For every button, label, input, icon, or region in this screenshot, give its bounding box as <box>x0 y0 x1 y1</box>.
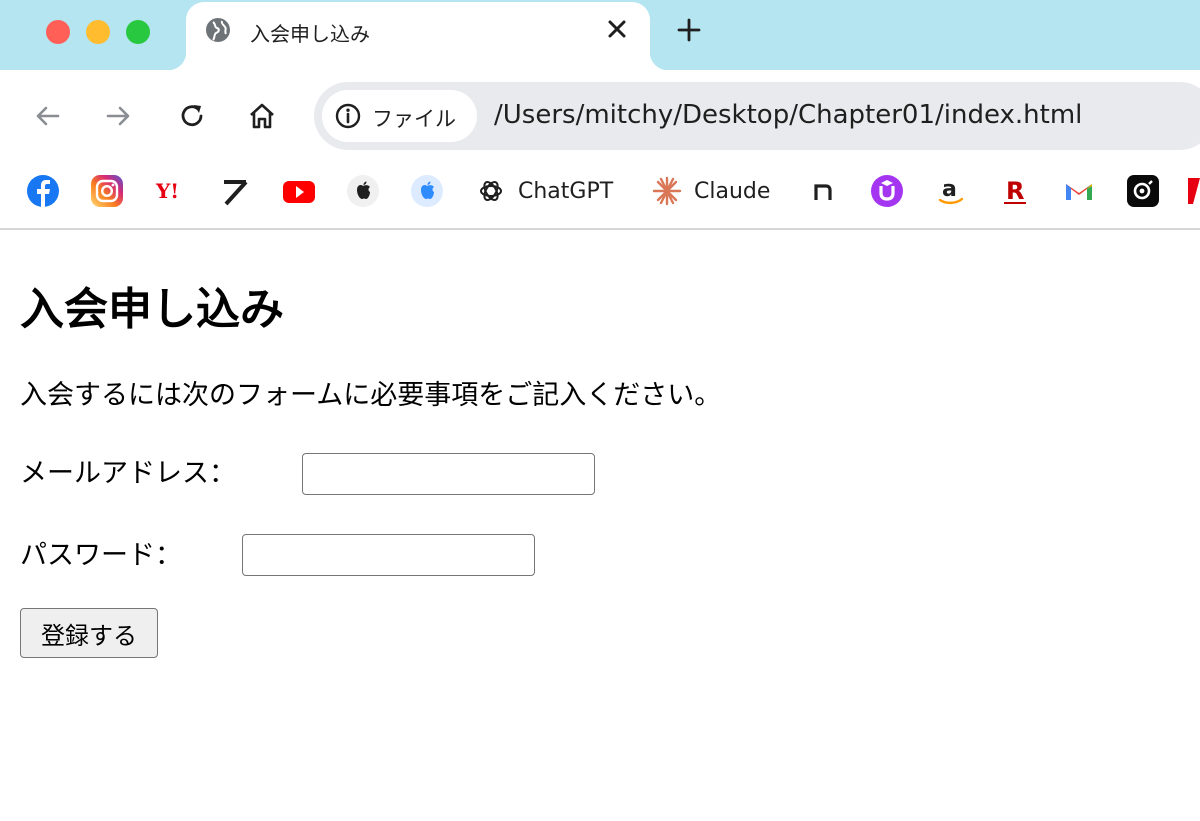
back-arrow-icon[interactable] <box>32 100 64 132</box>
svg-text:a: a <box>942 177 957 202</box>
bookmark-facebook[interactable] <box>26 174 60 208</box>
bookmark-app[interactable] <box>1126 174 1160 208</box>
facebook-icon <box>27 175 59 207</box>
chatgpt-icon <box>480 180 502 202</box>
submit-button[interactable]: 登録する <box>20 608 158 658</box>
bookmark-claude[interactable]: Claude <box>650 174 770 208</box>
bookmark-apple[interactable] <box>346 174 380 208</box>
bookmark-youtube[interactable] <box>282 174 316 208</box>
tab-title: 入会申し込み <box>250 22 370 46</box>
rakuten-icon: R <box>1004 177 1026 205</box>
reload-icon[interactable] <box>176 100 208 132</box>
bookmark-label: ChatGPT <box>518 178 614 204</box>
bookmark-partial[interactable] <box>1188 174 1200 208</box>
browser-toolbar: ファイル /Users/mitchy/Desktop/Chapter01/ind… <box>0 70 1200 162</box>
instagram-icon <box>91 175 123 207</box>
home-icon[interactable] <box>246 100 278 132</box>
bookmark-label: Claude <box>694 178 771 204</box>
password-label: パスワード： <box>20 540 182 571</box>
bookmarks-bar: Y! ChatGPT Claude a R <box>0 162 1200 230</box>
page-content: 入会申し込み 入会するには次のフォームに必要事項をご記入ください。 メールアドレ… <box>0 231 1200 821</box>
bookmark-arrow[interactable] <box>218 174 252 208</box>
info-icon <box>335 103 361 129</box>
email-label: メールアドレス： <box>20 458 236 489</box>
password-field[interactable] <box>242 534 535 576</box>
bookmark-udemy[interactable] <box>870 174 904 208</box>
youtube-icon <box>283 181 315 203</box>
arrow-logo-icon <box>224 180 248 206</box>
title-bar: 入会申し込み <box>0 0 1200 70</box>
bookmark-rakuten[interactable]: R <box>998 174 1032 208</box>
close-tab-icon[interactable] <box>604 16 630 42</box>
address-bar[interactable]: ファイル /Users/mitchy/Desktop/Chapter01/ind… <box>314 82 1200 150</box>
email-field[interactable] <box>302 453 595 495</box>
svg-text:R: R <box>1006 177 1024 205</box>
app-icon <box>1127 175 1159 207</box>
browser-tab[interactable]: 入会申し込み <box>168 2 668 70</box>
bookmark-instagram[interactable] <box>90 174 124 208</box>
partial-icon <box>1188 178 1200 204</box>
bookmark-amazon[interactable]: a <box>934 174 968 208</box>
claude-icon <box>652 176 682 206</box>
bookmark-apple-blue[interactable] <box>410 174 444 208</box>
bookmark-note[interactable] <box>806 174 840 208</box>
apple-blue-icon <box>411 175 443 207</box>
udemy-icon <box>871 175 903 207</box>
note-icon <box>814 184 832 200</box>
bookmark-chatgpt[interactable]: ChatGPT <box>474 174 613 208</box>
amazon-icon: a <box>938 177 964 205</box>
bookmark-gmail[interactable] <box>1062 174 1096 208</box>
svg-text:Y!: Y! <box>155 179 179 203</box>
intro-text: 入会するには次のフォームに必要事項をご記入ください。 <box>20 380 722 411</box>
url-text[interactable]: /Users/mitchy/Desktop/Chapter01/index.ht… <box>494 100 1082 130</box>
apple-icon <box>347 175 379 207</box>
site-info-chip[interactable]: ファイル <box>322 90 477 142</box>
window-minimize-button[interactable] <box>86 20 110 44</box>
bookmark-yahoo[interactable]: Y! <box>154 174 188 208</box>
window-maximize-button[interactable] <box>126 20 150 44</box>
gmail-icon <box>1066 184 1092 200</box>
page-title: 入会申し込み <box>20 284 284 335</box>
yahoo-icon: Y! <box>155 179 179 203</box>
globe-icon <box>206 18 230 42</box>
window-close-button[interactable] <box>46 20 70 44</box>
forward-arrow-icon[interactable] <box>102 100 134 132</box>
chip-label: ファイル <box>372 107 456 131</box>
new-tab-icon[interactable] <box>675 16 703 44</box>
